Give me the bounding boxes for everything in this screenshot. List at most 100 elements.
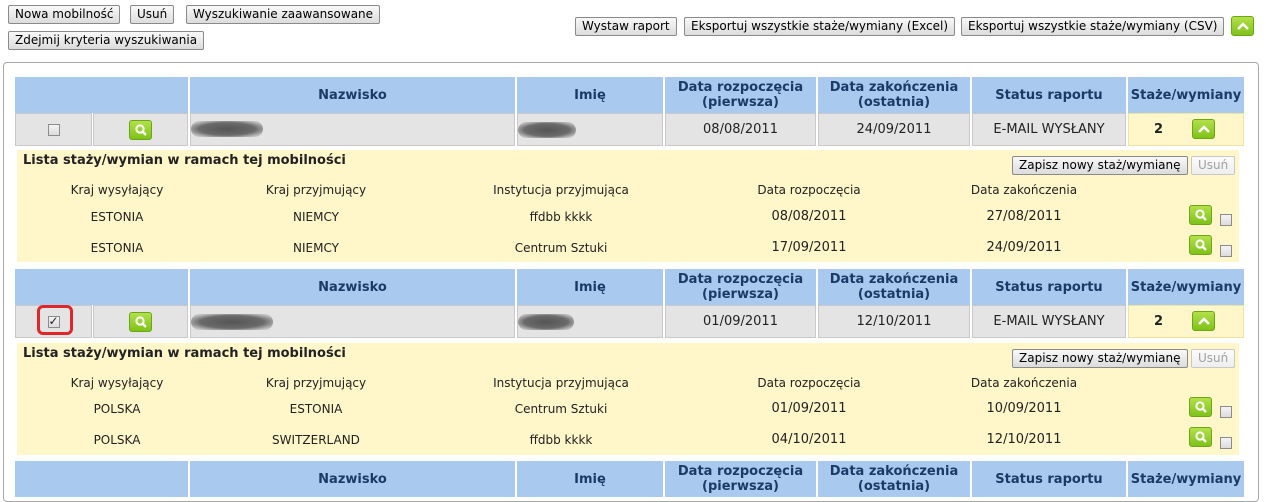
institution-cell: Centrum Sztuki [419,394,703,423]
internship-start-cell: 04/10/2011 [705,425,913,454]
internship-checkbox[interactable] [1220,437,1232,449]
delete-internship-button[interactable]: Usuń [1191,156,1236,175]
clear-criteria-button[interactable]: Zdejmij kryteria wyszukiwania [8,31,205,50]
subheader-end-date: Data zakończenia [915,180,1133,200]
report-status-cell: E-MAIL WYSŁANY [972,305,1126,338]
redacted-firstname [518,122,576,138]
subheader-start-date: Data rozpoczęcia [705,373,913,393]
subheader-institution: Instytucja przyjmująca [419,180,703,200]
export-csv-button[interactable]: Eksportuj wszystkie staże/wymiany (CSV) [961,17,1225,36]
internship-start-cell: 01/09/2011 [705,394,913,423]
mobility-header-row: Nazwisko Imię Data rozpoczęcia (pierwsza)… [15,461,1244,497]
sending-country-cell: POLSKA [21,394,213,423]
internship-list-title: Lista staży/wymian w ramach tej mobilnoś… [23,346,346,361]
internship-checkbox[interactable] [1220,214,1232,226]
firstname-cell [517,113,663,146]
mobility-header-row: Nazwisko Imię Data rozpoczęcia (pierwsza)… [15,77,1244,113]
subheader-receiving-country: Kraj przyjmujący [215,180,417,200]
mobility-row: 08/08/2011 24/09/2011 E-MAIL WYSŁANY 2 [15,113,1244,146]
magnifier-icon [1194,239,1207,251]
header-report-status: Status raportu [972,461,1126,497]
delete-button[interactable]: Usuń [130,5,175,24]
chevron-up-icon [1197,317,1210,325]
internship-start-cell: 08/08/2011 [705,202,913,231]
header-nazwisko: Nazwisko [190,269,515,305]
report-button[interactable]: Wystaw raport [575,17,677,36]
header-start-date: Data rozpoczęcia (pierwsza) [665,461,816,497]
new-mobility-button[interactable]: Nowa mobilność [8,5,121,24]
subheader-start-date: Data rozpoczęcia [705,180,913,200]
header-start-date: Data rozpoczęcia (pierwsza) [665,269,816,305]
collapse-all-button[interactable] [1231,16,1254,36]
receiving-country-cell: SWITZERLAND [215,425,417,454]
subheader-receiving-country: Kraj przyjmujący [215,373,417,393]
subheader-institution: Instytucja przyjmująca [419,373,703,393]
subheader-end-date: Data zakończenia [915,373,1133,393]
sending-country-cell: ESTONIA [21,233,213,262]
redacted-firstname [518,314,574,330]
redacted-surname [191,121,263,137]
header-report-status: Status raportu [972,77,1126,113]
magnifier-icon [134,315,147,328]
institution-cell: ffdbb kkkk [419,425,703,454]
selection-highlight [37,305,73,335]
view-internship-button[interactable] [1189,397,1212,417]
view-internship-button[interactable] [1189,205,1212,225]
redacted-surname [191,314,273,330]
collapse-mobility-button[interactable] [1192,311,1215,331]
view-internship-button[interactable] [1189,427,1212,447]
header-start-date: Data rozpoczęcia (pierwsza) [665,77,816,113]
surname-cell [190,305,515,338]
magnifier-icon [1194,431,1207,443]
internship-end-cell: 12/10/2011 [915,425,1133,454]
header-internship-count: Staże/wymiany [1128,77,1244,113]
internship-checkbox[interactable] [1220,406,1232,418]
institution-cell: ffdbb kkkk [419,202,703,231]
mobility-header-row: Nazwisko Imię Data rozpoczęcia (pierwsza)… [15,269,1244,305]
sending-country-cell: ESTONIA [21,202,213,231]
internship-end-cell: 10/09/2011 [915,394,1133,423]
view-details-button[interactable] [129,119,152,140]
subheader-sending-country: Kraj wysyłający [21,373,213,393]
add-internship-button[interactable]: Zapisz nowy staż/wymianę [1012,349,1188,368]
internship-checkbox[interactable] [1220,245,1232,257]
header-nazwisko: Nazwisko [190,77,515,113]
header-imie: Imię [517,461,663,497]
add-internship-button[interactable]: Zapisz nowy staż/wymianę [1012,156,1188,175]
collapse-mobility-button[interactable] [1192,119,1215,139]
header-report-status: Status raportu [972,269,1126,305]
internship-count: 2 [1154,122,1164,137]
receiving-country-cell: NIEMCY [215,233,417,262]
header-end-date: Data zakończenia (ostatnia) [818,77,970,113]
header-internship-count: Staże/wymiany [1128,461,1244,497]
receiving-country-cell: ESTONIA [215,394,417,423]
view-internship-button[interactable] [1189,235,1212,255]
delete-internship-button[interactable]: Usuń [1191,349,1236,368]
internship-start-cell: 17/09/2011 [705,233,913,262]
internship-sublist: Lista staży/wymian w ramach tej mobilnoś… [17,343,1239,455]
institution-cell: Centrum Sztuki [419,233,703,262]
header-end-date: Data zakończenia (ostatnia) [818,461,970,497]
firstname-cell [517,305,663,338]
header-end-date: Data zakończenia (ostatnia) [818,269,970,305]
start-date-cell: 08/08/2011 [665,113,816,146]
row-select-checkbox[interactable] [47,123,60,136]
end-date-cell: 24/09/2011 [818,113,970,146]
internship-end-cell: 27/08/2011 [915,202,1133,231]
end-date-cell: 12/10/2011 [818,305,970,338]
sending-country-cell: POLSKA [21,425,213,454]
advanced-search-button[interactable]: Wyszukiwanie zaawansowane [186,5,381,24]
internship-list-title: Lista staży/wymian w ramach tej mobilnoś… [23,153,346,168]
internship-sublist: Lista staży/wymian w ramach tej mobilnoś… [17,150,1239,262]
start-date-cell: 01/09/2011 [665,305,816,338]
magnifier-icon [1194,209,1207,221]
view-details-button[interactable] [129,311,152,332]
surname-cell [190,113,515,146]
header-nazwisko: Nazwisko [190,461,515,497]
chevron-up-icon [1197,125,1210,133]
header-imie: Imię [517,77,663,113]
report-status-cell: E-MAIL WYSŁANY [972,113,1126,146]
receiving-country-cell: NIEMCY [215,202,417,231]
mobility-row: 01/09/2011 12/10/2011 E-MAIL WYSŁANY 2 [15,305,1244,338]
export-excel-button[interactable]: Eksportuj wszystkie staże/wymiany (Excel… [684,17,956,36]
